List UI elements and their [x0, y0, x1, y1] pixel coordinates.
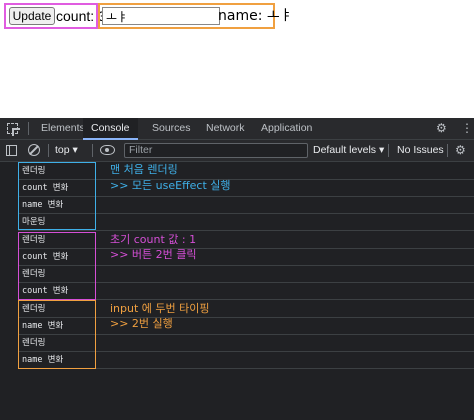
annotation-text: >> 2번 실행 — [110, 317, 173, 330]
tab-sources[interactable]: Sources — [152, 118, 191, 139]
divider — [92, 144, 93, 157]
annotation-text: input 에 두번 타이핑 — [110, 302, 210, 315]
tab-network[interactable]: Network — [206, 118, 245, 139]
log-group-3-highlight — [18, 300, 96, 369]
divider — [28, 122, 29, 135]
name-display: name: ㅗㅑ — [218, 8, 293, 24]
inspect-element-icon[interactable] — [7, 123, 18, 134]
issues-button[interactable]: No Issues — [397, 140, 444, 161]
devtools-panel: Elements Console Sources Network Applica… — [0, 118, 474, 420]
tab-elements[interactable]: Elements — [41, 118, 85, 139]
divider — [48, 144, 49, 157]
devtools-tab-bar: Elements Console Sources Network Applica… — [0, 118, 474, 140]
console-toolbar: top ▾ Filter Default levels ▾ No Issues … — [0, 140, 474, 162]
divider — [447, 144, 448, 157]
filter-input[interactable]: Filter — [124, 143, 308, 158]
clear-console-icon[interactable] — [28, 144, 40, 156]
annotation-text: 맨 처음 렌더링 — [110, 163, 178, 176]
annotation-text: >> 모든 useEffect 실행 — [110, 179, 231, 192]
log-levels-dropdown[interactable]: Default levels ▾ — [313, 140, 384, 161]
divider — [18, 230, 474, 231]
annotation-text: >> 버튼 2번 클릭 — [110, 248, 197, 261]
settings-gear-icon[interactable]: ⚙ — [436, 118, 447, 139]
live-expression-eye-icon[interactable] — [100, 145, 115, 155]
context-selector[interactable]: top ▾ — [55, 140, 78, 161]
log-group-2-highlight — [18, 232, 96, 300]
console-settings-gear-icon[interactable]: ⚙ — [455, 140, 466, 161]
annotation-text: 초기 count 값 : 1 — [110, 233, 197, 246]
log-group-1-highlight — [18, 162, 96, 230]
show-sidebar-icon[interactable] — [6, 145, 17, 156]
update-button[interactable]: Update — [9, 7, 55, 25]
tab-console[interactable]: Console — [83, 118, 138, 140]
divider — [388, 144, 389, 157]
tab-application[interactable]: Application — [261, 118, 312, 139]
more-options-icon[interactable]: ⋮ — [461, 118, 473, 139]
name-input[interactable] — [102, 7, 220, 25]
name-section-highlight: name: ㅗㅑ — [98, 3, 293, 29]
count-section-highlight: Update count: 3 — [4, 3, 106, 29]
console-log-area: 렌더링 count 변화 name 변화 마운팅 렌더링 count 변화 렌더… — [0, 162, 474, 420]
app-area: Update count: 3 name: ㅗㅑ — [0, 0, 474, 118]
